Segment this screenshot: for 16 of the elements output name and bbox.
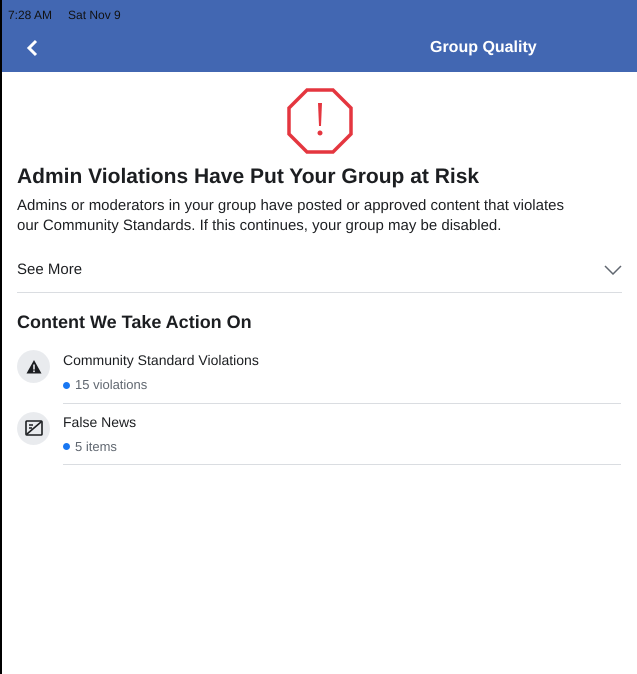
chevron-down-icon (604, 265, 622, 276)
status-time: 7:28 AM (8, 7, 52, 24)
see-more-toggle[interactable]: See More (17, 248, 622, 292)
item-count: 5 items (75, 438, 117, 456)
alert-description: Admins or moderators in your group have posted or approved content that violates our Community Standards. If this continues, your group may be disabled. (17, 196, 565, 236)
item-title[interactable]: False News (63, 412, 621, 433)
item-title[interactable]: Community Standard Violations (63, 350, 621, 372)
status-date: Sat Nov 9 (68, 7, 121, 24)
page-title: Group Quality (430, 38, 537, 58)
alert-octagon-icon (286, 88, 352, 154)
warning-icon (26, 358, 42, 375)
alert-heading: Admin Violations Have Put Your Group at Risk (17, 164, 480, 190)
back-button[interactable] (26, 38, 40, 58)
item-count: 15 violations (75, 376, 148, 394)
crossed-image-icon (24, 420, 42, 436)
section-title: Content We Take Action On (16, 311, 253, 334)
